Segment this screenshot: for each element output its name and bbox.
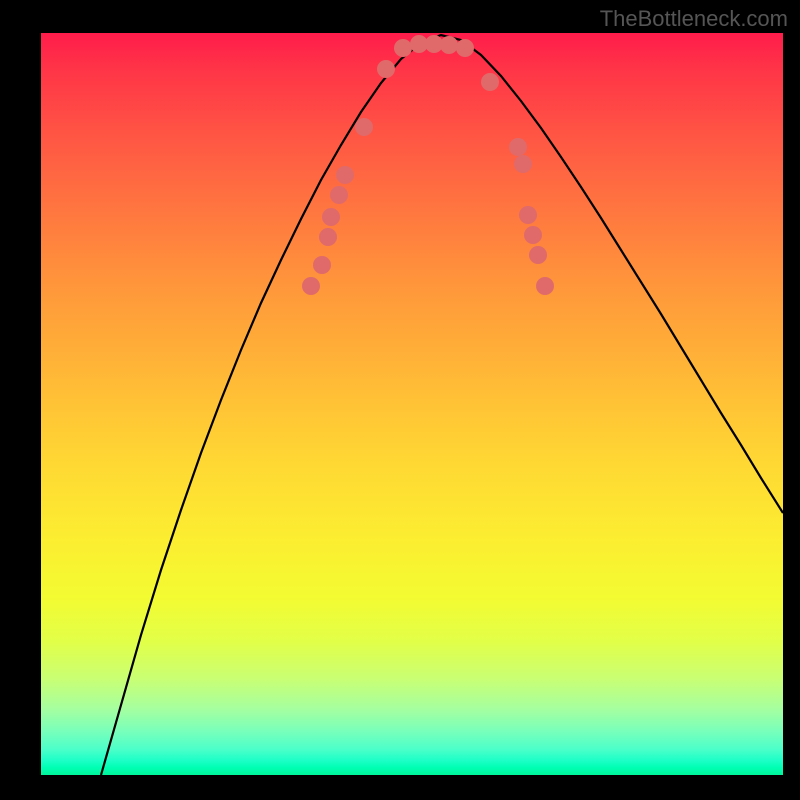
- chart-svg: [41, 33, 783, 775]
- watermark-text: TheBottleneck.com: [600, 6, 788, 32]
- curve-marker: [355, 118, 373, 136]
- curve-marker: [529, 246, 547, 264]
- curve-marker: [514, 155, 532, 173]
- curve-marker: [536, 277, 554, 295]
- curve-markers: [302, 35, 554, 295]
- curve-marker: [456, 39, 474, 57]
- curve-marker: [319, 228, 337, 246]
- curve-marker: [440, 36, 458, 54]
- curve-marker: [330, 186, 348, 204]
- curve-marker: [394, 39, 412, 57]
- curve-marker: [302, 277, 320, 295]
- curve-marker: [313, 256, 331, 274]
- curve-marker: [377, 60, 395, 78]
- curve-marker: [481, 73, 499, 91]
- curve-marker: [519, 206, 537, 224]
- chart-plot-area: [41, 33, 783, 775]
- curve-marker: [322, 208, 340, 226]
- bottleneck-curve: [101, 35, 783, 775]
- curve-marker: [509, 138, 527, 156]
- curve-marker: [336, 166, 354, 184]
- curve-marker: [524, 226, 542, 244]
